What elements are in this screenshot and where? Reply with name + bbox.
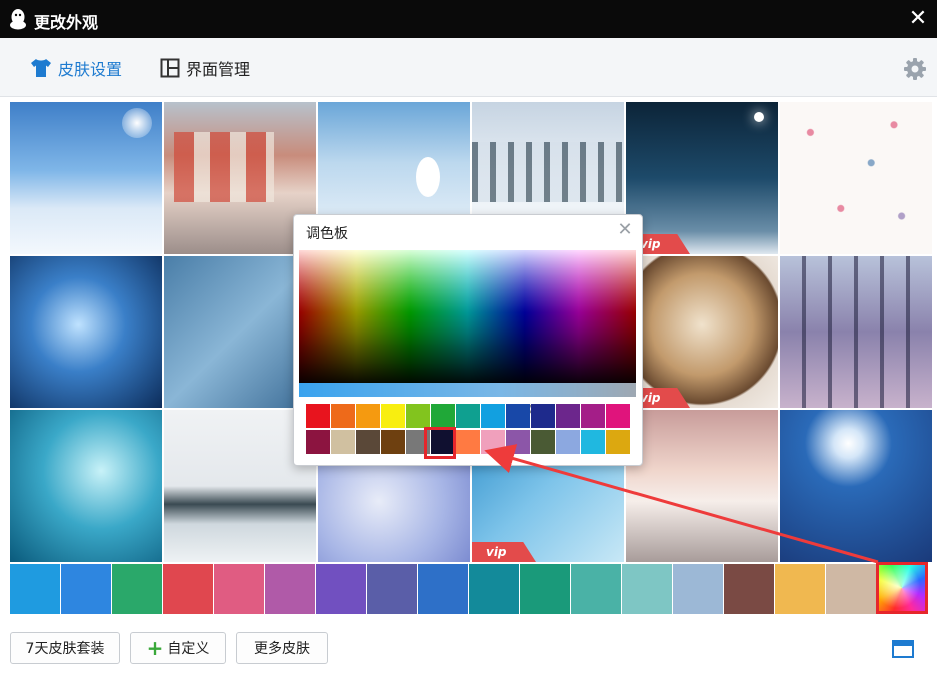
window-mode-icon[interactable] [892,640,914,658]
layout-icon [160,58,180,78]
palette-swatch[interactable] [581,404,605,428]
tab-label: 皮肤设置 [58,60,123,79]
close-icon[interactable]: ✕ [905,6,931,32]
gear-icon[interactable] [903,57,927,81]
seven-day-skin-button[interactable]: 7天皮肤套装 [10,632,120,664]
tab-skin-settings[interactable]: 皮肤设置 [30,56,122,80]
flake-dots [780,102,932,254]
close-icon[interactable]: ✕ [616,221,634,239]
palette-swatch[interactable] [381,430,405,454]
window-title: 更改外观 [34,13,99,32]
tab-label: 界面管理 [186,60,251,79]
button-label: 7天皮肤套装 [25,641,105,657]
theme-color-swatch[interactable] [418,564,468,614]
palette-swatch[interactable] [481,430,505,454]
theme-color-swatch[interactable] [775,564,825,614]
theme-color-swatch[interactable] [163,564,213,614]
palette-swatch[interactable] [606,430,630,454]
skin-tile-pink-snowflakes[interactable] [780,102,932,254]
theme-color-swatch[interactable] [520,564,570,614]
theme-color-swatch[interactable] [622,564,672,614]
palette-swatch[interactable] [606,404,630,428]
palette-swatch[interactable] [456,430,480,454]
sun-glow [122,108,152,138]
button-label: 自定义 [167,641,210,657]
lamp-light [754,112,764,122]
selected-swatch-highlight [424,427,456,459]
tab-bar: 皮肤设置 界面管理 [0,38,937,97]
palette-swatch[interactable] [331,430,355,454]
skin-tile-night-streetlamp[interactable]: vip [626,102,778,254]
theme-color-row [10,562,929,614]
theme-color-swatch[interactable] [673,564,723,614]
theme-color-swatch[interactable] [61,564,111,614]
theme-color-swatch[interactable] [112,564,162,614]
palette-swatch[interactable] [481,404,505,428]
skin-tile-purple-forest[interactable] [780,256,932,408]
color-spectrum[interactable] [299,250,636,414]
house-row [174,132,274,202]
palette-swatch[interactable] [506,430,530,454]
palette-swatch[interactable] [531,404,555,428]
button-label: 更多皮肤 [254,641,310,657]
skin-tile-moon-reindeer[interactable] [780,410,932,562]
palette-swatch[interactable] [431,404,455,428]
palette-swatch[interactable] [506,404,530,428]
theme-color-swatch[interactable] [214,564,264,614]
qq-penguin-icon [10,9,26,30]
tshirt-icon [31,59,51,77]
skin-tile-sky-clouds[interactable] [10,102,162,254]
palette-swatch[interactable] [531,430,555,454]
theme-color-swatch[interactable] [469,564,519,614]
palette-title: 调色板 [306,226,348,242]
skin-tile-latte-snowflake[interactable]: vip [626,256,778,408]
plus-icon: + [146,636,164,660]
palette-swatch[interactable] [356,430,380,454]
theme-color-swatch[interactable] [10,564,60,614]
theme-color-swatch[interactable] [316,564,366,614]
palette-swatch[interactable] [581,430,605,454]
tree-trunks [780,256,932,408]
palette-swatch[interactable] [406,404,430,428]
more-skins-button[interactable]: 更多皮肤 [236,632,328,664]
tab-ui-management[interactable]: 界面管理 [160,56,250,80]
theme-color-swatch[interactable] [724,564,774,614]
title-bar: 更改外观 ✕ [0,0,937,38]
theme-color-swatch[interactable] [265,564,315,614]
rainbow-icon[interactable] [876,562,928,614]
palette-swatch[interactable] [456,404,480,428]
vip-badge: vip [472,542,536,562]
theme-color-swatch[interactable] [367,564,417,614]
skin-tile-snowy-bridge[interactable] [626,410,778,562]
theme-color-swatch[interactable] [826,564,876,614]
palette-swatch[interactable] [556,404,580,428]
palette-swatch[interactable] [356,404,380,428]
custom-button[interactable]: + 自定义 [130,632,226,664]
pine-row [472,142,624,202]
palette-swatch[interactable] [381,404,405,428]
color-palette-popup: 调色板 ✕ [293,214,643,466]
skin-tile-blue-snowflake[interactable] [10,256,162,408]
skin-tile-cyan-branches[interactable] [10,410,162,562]
palette-swatch[interactable] [306,404,330,428]
brightness-slider[interactable] [299,383,636,397]
palette-swatch[interactable] [306,430,330,454]
palette-swatch[interactable] [331,404,355,428]
snowman [416,157,440,197]
theme-color-swatch[interactable] [571,564,621,614]
palette-swatch[interactable] [556,430,580,454]
